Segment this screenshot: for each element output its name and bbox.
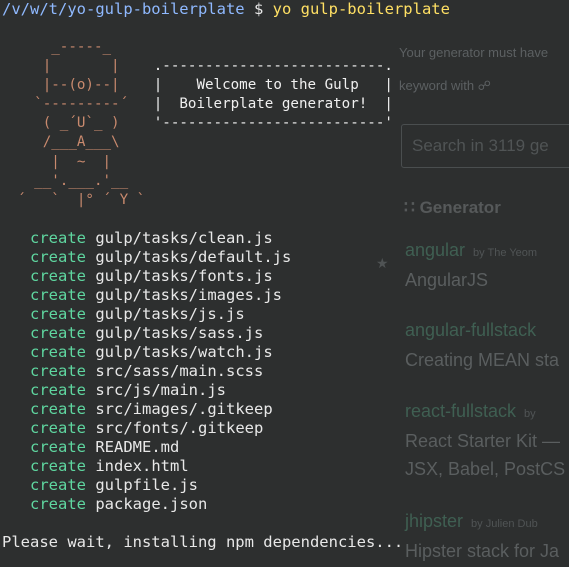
list-item: create src/images/.gitkeep xyxy=(30,400,273,418)
welcome-line-1: Welcome to the Gulp xyxy=(196,77,359,94)
prompt-symbol: $ xyxy=(244,0,273,18)
list-item: create README.md xyxy=(30,438,180,456)
list-item: create gulp/tasks/clean.js xyxy=(30,229,273,247)
list-item: create package.json xyxy=(30,495,208,513)
list-item: create src/fonts/.gitkeep xyxy=(30,419,264,437)
list-item: create gulp/tasks/sass.js xyxy=(30,324,264,342)
list-item: create src/sass/main.scss xyxy=(30,362,264,380)
list-item: create src/js/main.js xyxy=(30,381,226,399)
list-item: create gulpfile.js xyxy=(30,476,198,494)
list-item: create gulp/tasks/default.js xyxy=(30,248,292,266)
prompt-path: /v/w/t/yo-gulp-boilerplate xyxy=(2,0,245,18)
welcome-line-2: Boilerplate generator! xyxy=(179,96,368,113)
command-text: yo gulp-boilerplate xyxy=(272,0,450,18)
prompt-line: /v/w/t/yo-gulp-boilerplate $ yo gulp-boi… xyxy=(2,0,450,19)
list-item: create gulp/tasks/watch.js xyxy=(30,343,273,361)
list-item: create index.html xyxy=(30,457,189,475)
status-message: Please wait, installing npm dependencies… xyxy=(2,533,404,551)
list-item: create gulp/tasks/images.js xyxy=(30,286,282,304)
list-item: create gulp/tasks/js.js xyxy=(30,305,245,323)
list-item: create gulp/tasks/fonts.js xyxy=(30,267,273,285)
yeoman-ascii-art: _-----_ | | .--------------------------.… xyxy=(0,39,393,208)
terminal-window[interactable]: /v/w/t/yo-gulp-boilerplate $ yo gulp-boi… xyxy=(0,0,569,567)
